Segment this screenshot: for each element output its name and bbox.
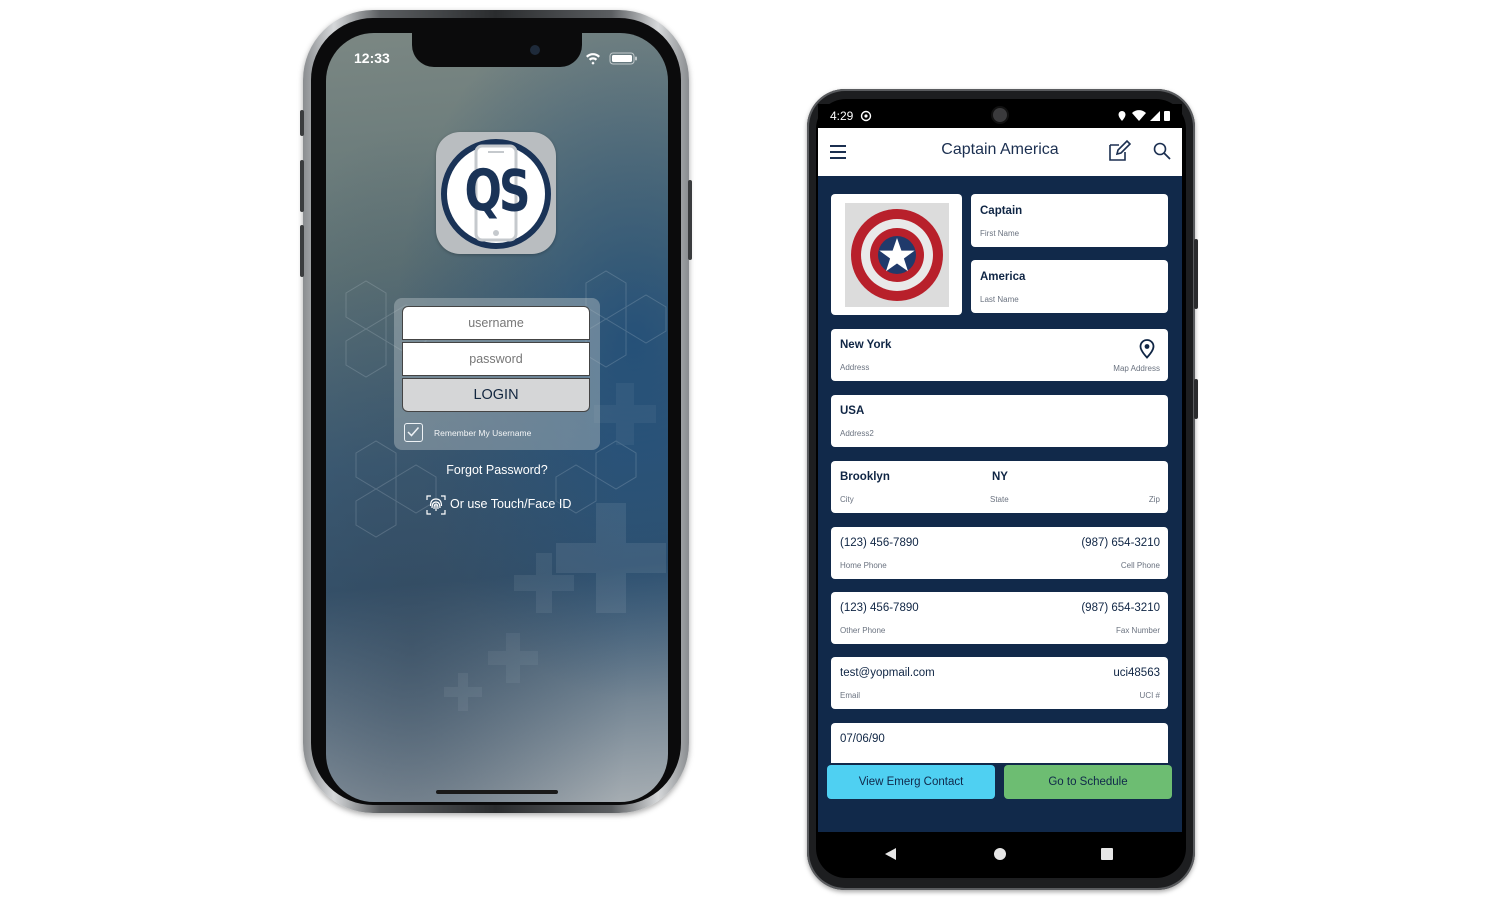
sync-icon — [860, 110, 872, 122]
first-name-label: First Name — [980, 229, 1020, 238]
app-logo-text: QS — [464, 158, 530, 225]
other-phone-label: Other Phone — [840, 626, 886, 635]
username-input[interactable]: username — [402, 306, 590, 340]
home-phone-value[interactable]: (123) 456-7890 — [840, 537, 919, 549]
email-card[interactable]: test@yopmail.com Email uci48563 UCI # — [831, 657, 1168, 709]
iphone-device: 12:33 QS username password LOGIN Remembe… — [300, 10, 692, 813]
checkmark-icon — [407, 427, 420, 437]
android-status-icons — [1118, 110, 1170, 121]
address2-card[interactable]: USA Address2 — [831, 395, 1168, 447]
uci-label: UCI # — [1139, 691, 1160, 700]
status-time: 12:33 — [354, 50, 390, 66]
city-label: City — [840, 495, 854, 504]
address2-label: Address2 — [840, 429, 874, 438]
signal-icon — [1150, 111, 1160, 121]
dob-card[interactable]: 07/06/90 — [831, 723, 1168, 763]
last-name-card[interactable]: America Last Name — [971, 260, 1168, 313]
android-nav-bar — [818, 832, 1182, 876]
iphone-mute-switch — [300, 110, 304, 136]
front-camera — [530, 45, 540, 55]
remember-label: Remember My Username — [434, 428, 532, 438]
last-name-value: America — [980, 271, 1026, 283]
android-volume-button — [1194, 239, 1198, 309]
location-icon — [1118, 111, 1126, 121]
android-wifi-icon — [1132, 110, 1146, 121]
search-icon[interactable] — [1153, 142, 1171, 160]
login-button[interactable]: LOGIN — [402, 378, 590, 412]
android-front-camera — [993, 108, 1007, 122]
go-to-schedule-button[interactable]: Go to Schedule — [1004, 765, 1172, 799]
back-icon[interactable] — [884, 847, 898, 861]
forgot-password-link[interactable]: Forgot Password? — [326, 463, 668, 477]
view-emerg-contact-button[interactable]: View Emerg Contact — [827, 765, 995, 799]
android-power-button — [1194, 379, 1198, 419]
contact-photo-card[interactable] — [831, 194, 962, 315]
last-name-label: Last Name — [980, 295, 1019, 304]
fax-label: Fax Number — [1115, 626, 1160, 635]
address2-value: USA — [840, 405, 865, 417]
iphone-power-button — [688, 180, 692, 260]
fax-value: (987) 654-3210 — [1081, 602, 1160, 614]
other-phone-card[interactable]: (123) 456-7890 Other Phone (987) 654-321… — [831, 592, 1168, 644]
login-form: username password LOGIN Remember My User… — [394, 298, 600, 450]
cell-phone-value[interactable]: (987) 654-3210 — [1081, 537, 1160, 549]
password-input[interactable]: password — [402, 342, 590, 376]
touch-id-label: Or use Touch/Face ID — [450, 497, 572, 511]
map-address-label[interactable]: Map Address — [1113, 364, 1160, 373]
map-pin-icon[interactable] — [1139, 339, 1155, 359]
email-value[interactable]: test@yopmail.com — [840, 667, 935, 679]
iphone-volume-up — [300, 160, 304, 212]
address-card[interactable]: New York Address Map Address — [831, 329, 1168, 381]
android-status-bar: 4:29 — [818, 104, 1182, 128]
zip-label: Zip — [1148, 495, 1160, 504]
dob-value: 07/06/90 — [840, 733, 885, 745]
other-phone-value[interactable]: (123) 456-7890 — [840, 602, 919, 614]
state-value: NY — [992, 471, 1008, 483]
android-battery-icon — [1164, 111, 1170, 121]
status-icons — [586, 52, 637, 65]
uci-value: uci48563 — [1113, 667, 1160, 679]
app-toolbar: Captain America — [818, 128, 1182, 176]
home-icon[interactable] — [993, 847, 1007, 861]
first-name-card[interactable]: Captain First Name — [971, 194, 1168, 247]
home-indicator[interactable] — [436, 790, 558, 794]
iphone-notch — [412, 33, 582, 67]
state-label: State — [990, 495, 1009, 504]
login-screen: 12:33 QS username password LOGIN Remembe… — [326, 33, 668, 802]
phone-card[interactable]: (123) 456-7890 Home Phone (987) 654-3210… — [831, 527, 1168, 579]
shield-icon — [851, 209, 943, 301]
app-logo: QS — [436, 132, 556, 254]
recents-icon[interactable] — [1100, 847, 1114, 861]
edit-icon[interactable] — [1107, 139, 1131, 163]
iphone-volume-down — [300, 225, 304, 277]
first-name-value: Captain — [980, 205, 1023, 217]
contact-photo — [845, 203, 949, 307]
email-label: Email — [840, 691, 861, 700]
city-value: Brooklyn — [840, 471, 890, 483]
address-label: Address — [840, 363, 870, 372]
android-status-time: 4:29 — [830, 109, 854, 123]
home-phone-label: Home Phone — [840, 561, 887, 570]
city-state-zip-card[interactable]: Brooklyn City NY State Zip — [831, 461, 1168, 513]
contact-detail-screen: 4:29 Captain America Captain First Name … — [818, 104, 1182, 832]
remember-checkbox[interactable] — [404, 423, 423, 442]
cell-phone-label: Cell Phone — [1120, 561, 1160, 570]
address-value: New York — [840, 339, 892, 351]
fingerprint-icon — [426, 495, 446, 515]
wifi-icon — [586, 53, 600, 65]
